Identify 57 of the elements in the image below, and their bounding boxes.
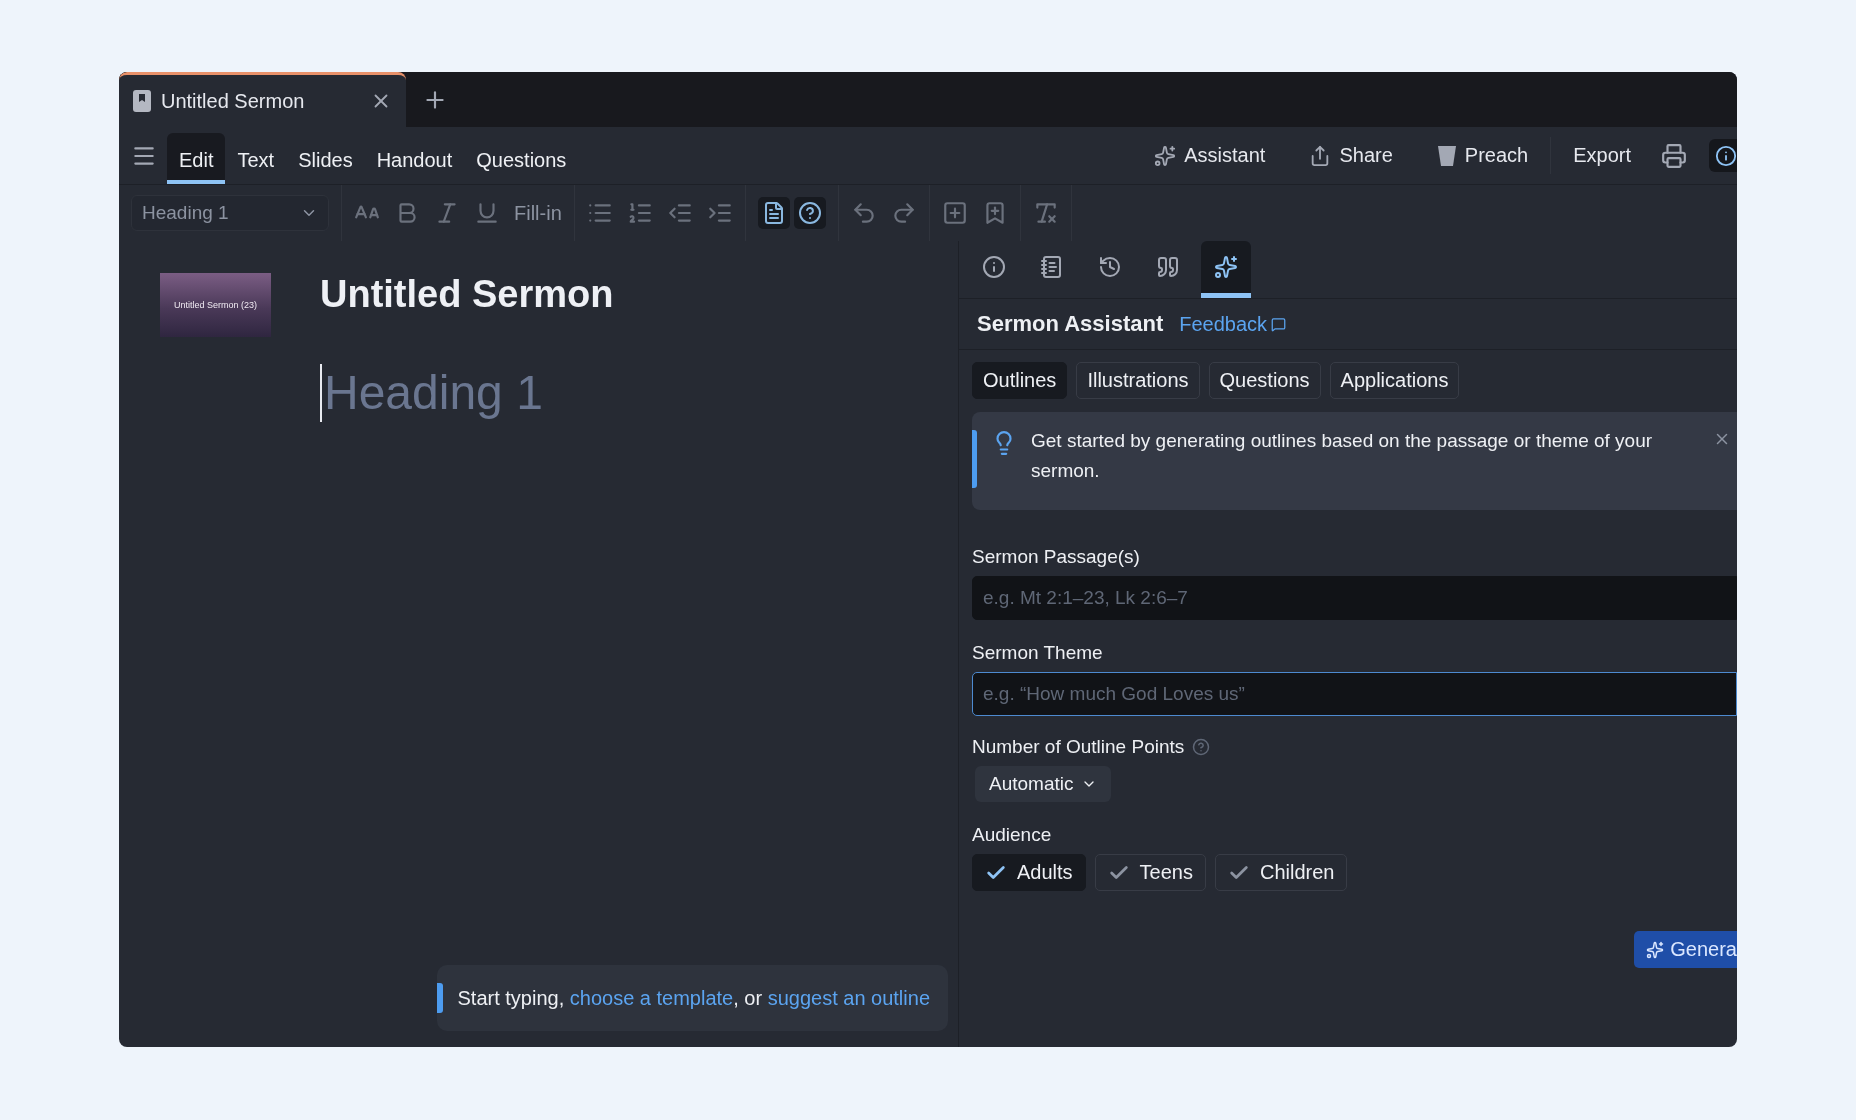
thumbnail-caption: Untitled Sermon (23) [173, 300, 257, 310]
field-label: Audience [972, 824, 1053, 846]
hint-link[interactable]: suggest an outline [767, 986, 930, 1009]
assistant-button[interactable]: Assistant [1132, 137, 1288, 174]
sparkle-icon [1214, 255, 1238, 279]
feedback-link[interactable]: Feedback [1179, 312, 1287, 336]
audience-option[interactable]: Adults [972, 854, 1086, 891]
menu-tab[interactable]: Edit [167, 133, 226, 184]
quote-icon [1156, 255, 1180, 279]
sparkle-icon [1646, 940, 1665, 959]
history-icon [1098, 255, 1122, 279]
underline-icon[interactable] [474, 200, 500, 226]
theme-input[interactable]: e.g. “How much God Loves us” [972, 672, 1737, 716]
export-button[interactable]: Export [1550, 137, 1653, 174]
audience-option[interactable]: Teens [1094, 854, 1206, 891]
style-select[interactable]: Heading 1 [131, 195, 329, 231]
fill-in-button[interactable]: Fill-in [514, 201, 562, 225]
menu-tab[interactable]: Text [225, 133, 287, 184]
assistant-tab[interactable]: Questions [1208, 362, 1321, 399]
slide-thumbnail[interactable]: Untitled Sermon (23) [160, 273, 271, 337]
share-button[interactable]: Share [1287, 137, 1415, 174]
help-icon[interactable] [1192, 738, 1211, 756]
hint-link[interactable]: choose a template [569, 986, 734, 1009]
info-button[interactable] [1709, 139, 1737, 172]
question-view-toggle[interactable] [793, 197, 826, 229]
field-label: Sermon Passage(s) [972, 546, 1141, 568]
accent-bar [437, 983, 444, 1013]
assistant-tab[interactable]: Illustrations [1076, 362, 1200, 399]
audience-option[interactable]: Children [1214, 854, 1348, 891]
add-slide-icon[interactable] [941, 200, 968, 226]
outline-points-select[interactable]: Automatic [975, 766, 1112, 802]
speech-bubble-icon [1271, 316, 1287, 332]
field-label: Sermon Theme [972, 642, 1104, 664]
panel-title: Sermon Assistant [977, 311, 1164, 337]
tab-title: Untitled Sermon [161, 89, 306, 113]
menu-tab[interactable]: Slides [286, 133, 365, 184]
notice-text: Get started by generating outlines based on the passage or theme of your sermon. [1031, 429, 1654, 483]
cup-icon [1436, 144, 1457, 167]
question-icon [797, 201, 822, 225]
sparkle-icon [1154, 144, 1177, 167]
info-icon [982, 255, 1006, 279]
assistant-tab[interactable]: Applications [1329, 362, 1460, 399]
notebook-icon [1040, 255, 1064, 279]
field-label: Number of Outline Points [972, 736, 1185, 758]
accent-bar [972, 430, 977, 488]
menu-tab[interactable]: Handout [364, 133, 465, 184]
document-view-toggle[interactable] [757, 197, 790, 229]
panel-tab[interactable] [1201, 241, 1251, 298]
hint-text: Start typing, choose a template, or suggest an outline [457, 986, 930, 1010]
generate-button[interactable]: Genera [1634, 931, 1737, 968]
document-icon [133, 90, 151, 112]
menu-tab[interactable]: Questions [464, 133, 579, 184]
preach-button[interactable]: Preach [1414, 137, 1551, 174]
assistant-tab[interactable]: Outlines [972, 362, 1068, 399]
document-title: Untitled Sermon [320, 273, 614, 316]
passage-input[interactable]: e.g. Mt 2:1–23, Lk 2:6–7 [972, 576, 1737, 620]
document-tab[interactable]: Untitled Sermon [119, 72, 406, 127]
